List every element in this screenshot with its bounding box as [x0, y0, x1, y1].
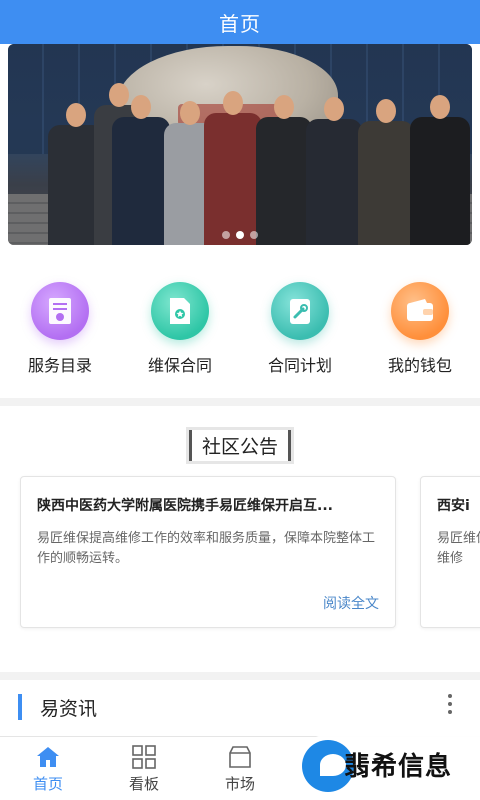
- banner-person: [410, 95, 470, 245]
- section-accent-bar: [18, 694, 22, 720]
- watermark-overlay: 翡希信息: [296, 734, 480, 800]
- carousel-indicator: [8, 231, 472, 239]
- banner-person: [358, 99, 414, 245]
- notice-card-body: 易匠维保提高维修工作的效率和服务质量，保障本院整体工作的顺畅运转。: [37, 531, 376, 566]
- notice-card-title: 陕西中医药大学附属医院携手易匠维保开启互...: [37, 498, 333, 514]
- notice-section-title: 社区公告: [188, 430, 291, 461]
- tab-label: 看板: [128, 775, 159, 793]
- tab-dashboard[interactable]: 看板: [96, 737, 192, 800]
- market-box-icon: [229, 746, 251, 768]
- page-title: 首页: [219, 11, 261, 36]
- banner-person: [306, 97, 362, 245]
- home-icon: [37, 747, 59, 767]
- wrench-clipboard-icon: [271, 282, 329, 340]
- carousel-dot-active[interactable]: [236, 231, 244, 239]
- wallet-icon: [391, 282, 449, 340]
- contract-document-icon: [151, 282, 209, 340]
- read-more-link[interactable]: 阅读全文: [323, 593, 379, 613]
- notice-card[interactable]: 陕西中医药大学附属医院携手易匠维保开启互... 易匠维保提高维修工作的效率和服务…: [20, 476, 396, 628]
- quick-action-maintenance-contract[interactable]: 维保合同: [120, 254, 240, 398]
- certificate-icon: [31, 282, 89, 340]
- tab-market[interactable]: 市场: [192, 737, 288, 800]
- tab-label: 首页: [32, 775, 63, 793]
- grid-icon: [132, 745, 156, 769]
- watermark-text: 翡希信息: [344, 752, 453, 782]
- quick-action-service-catalog[interactable]: 服务目录: [0, 254, 120, 398]
- news-section-title: 易资讯: [40, 698, 98, 720]
- banner-carousel[interactable]: [8, 44, 472, 245]
- tab-home[interactable]: 首页: [0, 737, 96, 800]
- banner-person: [204, 91, 262, 245]
- community-notice-section: 社区公告 陕西中医药大学附属医院携手易匠维保开启互... 易匠维保提高维修工作的…: [0, 406, 480, 672]
- carousel-dot[interactable]: [222, 231, 230, 239]
- news-section-header: 易资讯: [0, 680, 480, 736]
- notice-card-title: 西安i: [437, 498, 470, 514]
- quick-action-contract-plan[interactable]: 合同计划: [240, 254, 360, 398]
- more-options-icon[interactable]: [448, 694, 454, 714]
- top-app-bar: 首页: [0, 0, 480, 44]
- banner-section: [0, 44, 480, 254]
- notice-card-body: 易匠维保有维修: [437, 531, 480, 566]
- carousel-dot[interactable]: [250, 231, 258, 239]
- banner-person: [112, 95, 170, 245]
- quick-action-my-wallet[interactable]: 我的钱包: [360, 254, 480, 398]
- quick-action-label: 维保合同: [147, 356, 212, 375]
- tab-label: 市场: [224, 775, 255, 793]
- quick-actions: 服务目录 维保合同 合同计划 我的钱包: [0, 254, 480, 398]
- quick-action-label: 合同计划: [267, 356, 332, 375]
- quick-action-label: 服务目录: [27, 356, 92, 375]
- notice-card[interactable]: 西安i 易匠维保有维修: [420, 476, 480, 628]
- quick-action-label: 我的钱包: [387, 356, 452, 375]
- banner-person: [256, 95, 312, 245]
